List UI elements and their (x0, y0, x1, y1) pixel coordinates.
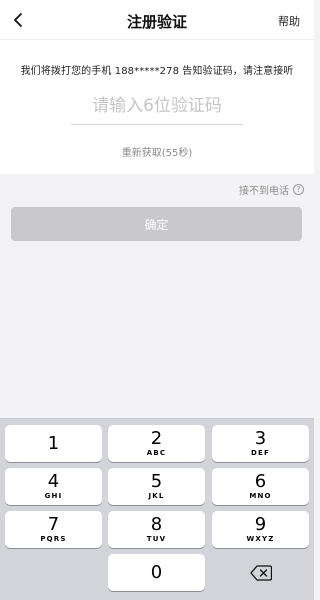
key-digit: 1 (47, 432, 60, 454)
code-input-container (71, 87, 243, 125)
help-button[interactable]: 帮助 (278, 13, 300, 29)
call-notice-text: 我们将拨打您的手机 188*****278 告知验证码，请注意接听 (20, 66, 294, 77)
key-0[interactable]: 0 (108, 554, 205, 591)
key-letters: MNO (249, 492, 272, 500)
delete-key[interactable] (212, 554, 309, 591)
verification-panel: 我们将拨打您的手机 188*****278 告知验证码，请注意接听 重新获取(5… (0, 40, 314, 174)
key-letters: JKL (148, 492, 165, 500)
key-letters: TUV (146, 535, 167, 543)
key-1[interactable]: 1 (5, 425, 102, 462)
verification-code-input[interactable] (71, 87, 243, 124)
key-6[interactable]: 6 MNO (212, 468, 309, 505)
confirm-button[interactable]: 确定 (11, 207, 302, 241)
key-digit: 3 (254, 428, 267, 449)
key-letters: DEF (251, 449, 270, 457)
key-5[interactable]: 5 JKL (108, 468, 205, 505)
resend-countdown: 重新获取(55秒) (121, 148, 193, 159)
page-title: 注册验证 (126, 13, 187, 31)
nav-bar: 注册验证 帮助 (0, 0, 314, 40)
numeric-keypad: 1 2 ABC 3 DEF 4 GHI 5 JKL 6 MNO 7 PQRS 8… (0, 418, 314, 600)
key-7[interactable]: 7 PQRS (5, 511, 102, 548)
key-3[interactable]: 3 DEF (212, 425, 309, 462)
key-9[interactable]: 9 WXYZ (212, 511, 309, 548)
key-digit: 2 (150, 428, 163, 449)
key-digit: 4 (47, 471, 60, 492)
key-digit: 8 (150, 514, 163, 535)
key-digit: 0 (150, 561, 163, 583)
key-letters: ABC (146, 449, 167, 457)
key-4[interactable]: 4 GHI (5, 468, 102, 505)
key-digit: 6 (254, 471, 267, 492)
key-digit: 7 (47, 514, 60, 535)
key-8[interactable]: 8 TUV (108, 511, 205, 548)
key-letters: WXYZ (246, 535, 275, 543)
key-letters: GHI (44, 492, 63, 500)
cannot-receive-call-label: 接不到电话 (239, 186, 289, 197)
cannot-receive-call-link[interactable]: 接不到电话 ? (239, 182, 304, 197)
key-digit: 9 (254, 514, 267, 535)
key-2[interactable]: 2 ABC (108, 425, 205, 462)
question-circle-icon: ? (293, 184, 304, 195)
key-digit: 5 (150, 471, 163, 492)
backspace-icon (249, 564, 272, 581)
key-letters: PQRS (40, 535, 67, 543)
